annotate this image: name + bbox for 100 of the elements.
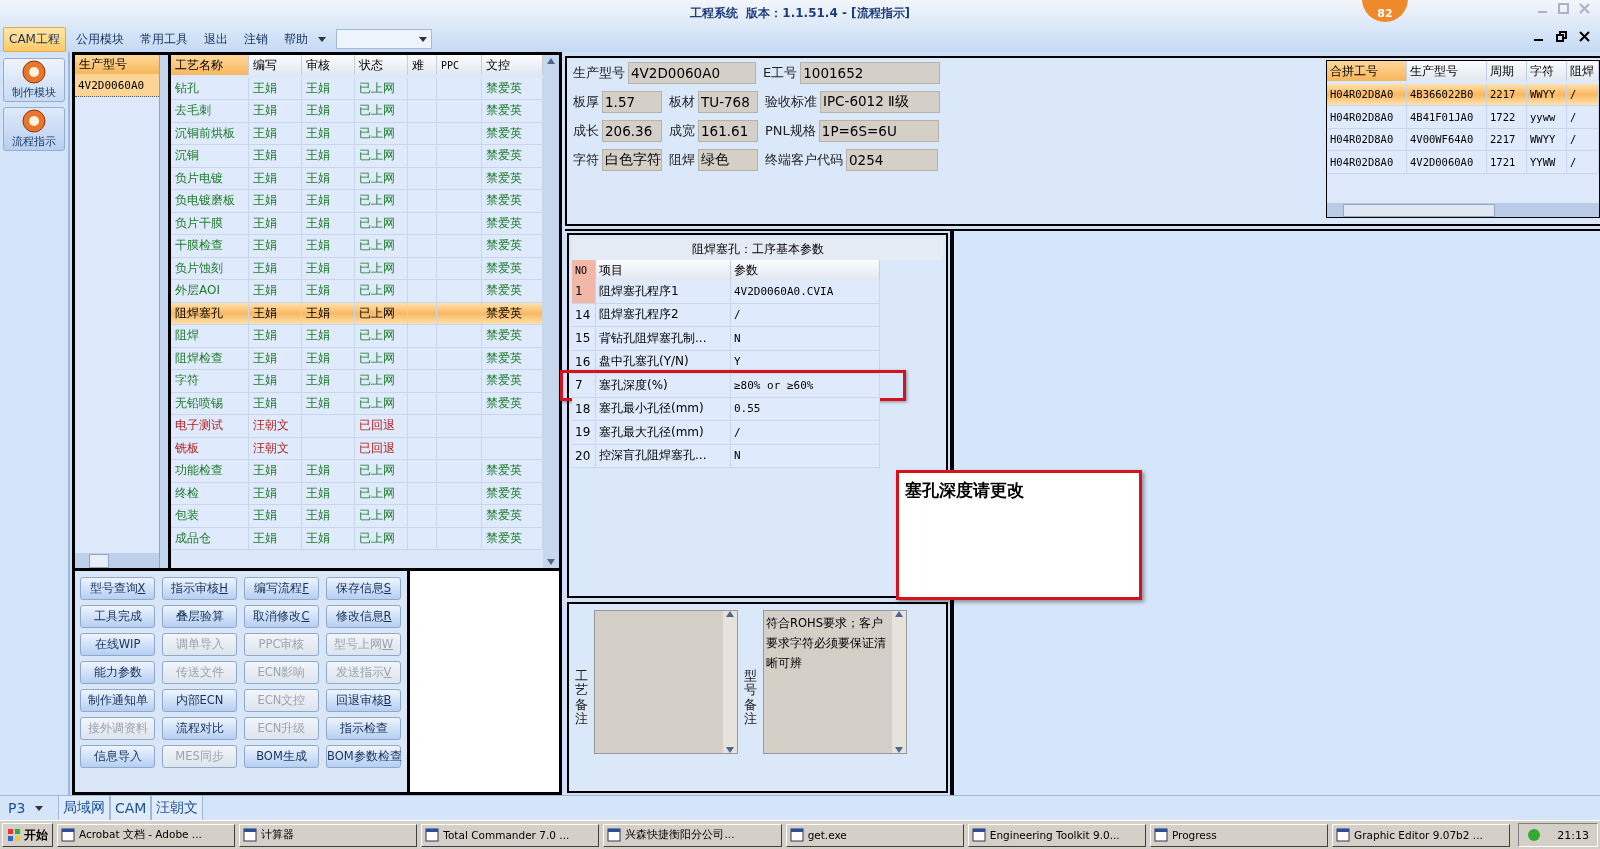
input-field[interactable]: 白色字符: [602, 149, 662, 171]
action-button[interactable]: 叠层验算: [162, 605, 237, 628]
list-item[interactable]: 4V2D0060A0: [75, 74, 159, 97]
table-cell: 王娟: [249, 325, 302, 348]
menu-item[interactable]: 帮助: [277, 26, 314, 52]
field-label: 验收标准: [765, 93, 817, 111]
table-cell: 王娟: [249, 100, 302, 123]
action-button[interactable]: 指示检查: [326, 717, 401, 740]
input-field[interactable]: 206.36: [602, 120, 662, 142]
caret-icon[interactable]: [35, 805, 44, 811]
input-field[interactable]: 绿色: [698, 149, 758, 171]
scroll-down-icon[interactable]: [726, 747, 734, 753]
input-field[interactable]: 1.57: [602, 91, 662, 113]
taskbar-button[interactable]: Engineering Toolkit 9.0...: [967, 823, 1146, 847]
action-button[interactable]: 信息导入: [80, 745, 155, 768]
column-header: 难: [408, 55, 437, 75]
action-button[interactable]: BOM参数检查: [326, 745, 401, 768]
table-cell: 王娟: [302, 122, 355, 145]
status-tab[interactable]: 汪朝文: [151, 796, 204, 820]
table-cell: 王娟: [249, 212, 302, 235]
table-cell: /: [731, 421, 880, 445]
caret-icon[interactable]: [317, 36, 326, 42]
table-cell: 禁爱英: [482, 482, 543, 505]
table-cell: 塞孔深度(%): [596, 374, 731, 398]
status-tab[interactable]: CAM: [110, 796, 152, 820]
action-button[interactable]: 流程对比: [162, 717, 237, 740]
clock: 21:13: [1557, 828, 1589, 842]
input-field[interactable]: 0254: [846, 149, 938, 171]
action-button[interactable]: 保存信息S: [326, 577, 401, 600]
scrollbar[interactable]: [543, 55, 559, 568]
action-button[interactable]: 修改信息R: [326, 605, 401, 628]
scroll-down-icon[interactable]: [895, 747, 903, 753]
taskbar-button[interactable]: 兴森快捷衡阳分公司...: [603, 823, 782, 847]
scrollbar[interactable]: [723, 611, 737, 753]
status-dropdown[interactable]: P3: [0, 796, 58, 820]
taskbar-button[interactable]: 计算器: [239, 823, 418, 847]
table-cell: 禁爱英: [482, 370, 543, 393]
input-field[interactable]: IPC-6012 Ⅱ级: [820, 91, 940, 113]
status-tab[interactable]: 局域网: [58, 796, 110, 820]
taskbar-button[interactable]: Progress: [1149, 823, 1329, 847]
action-button[interactable]: 在线WIP: [80, 633, 155, 656]
scrollbar[interactable]: [75, 553, 159, 568]
menu-item[interactable]: 退出: [197, 26, 234, 52]
input-field[interactable]: 1P=6S=6U: [818, 120, 939, 142]
table-cell: 禁爱英: [482, 347, 543, 370]
table-cell: N: [731, 327, 880, 351]
menu-item[interactable]: 公用模块: [69, 26, 130, 52]
action-button[interactable]: 取消修改C: [244, 605, 319, 628]
flag-icon: [7, 828, 21, 842]
scroll-up-icon[interactable]: [726, 611, 734, 617]
action-button[interactable]: 型号查询X: [80, 577, 155, 600]
table-cell: [437, 325, 482, 348]
restore-icon[interactable]: [1556, 31, 1567, 42]
scroll-down-icon[interactable]: [547, 559, 555, 565]
caret-icon[interactable]: [418, 36, 427, 42]
taskbar-button[interactable]: get.exe: [785, 823, 964, 847]
scroll-up-icon[interactable]: [547, 58, 555, 64]
nav-button[interactable]: 流程指示: [3, 107, 65, 151]
table-cell: 王娟: [249, 77, 302, 100]
table-cell: 王娟: [249, 190, 302, 213]
start-button[interactable]: 开始: [2, 823, 53, 847]
table-cell: 终检: [171, 482, 249, 505]
action-button[interactable]: BOM生成: [244, 745, 319, 768]
remark-field[interactable]: [594, 610, 738, 754]
table-cell: 已回退: [355, 437, 408, 460]
scroll-up-icon[interactable]: [895, 611, 903, 617]
remark-field[interactable]: 符合ROHS要求；客户要求字符必须要保证清晰可辨: [763, 610, 907, 754]
splitter[interactable]: [160, 55, 171, 568]
action-button[interactable]: 编写流程F: [244, 577, 319, 600]
input-field[interactable]: 4V2D0060A0: [628, 62, 756, 84]
table-cell: 王娟: [249, 302, 302, 325]
taskbar-button[interactable]: Acrobat 文档 - Adobe ...: [57, 823, 236, 847]
taskbar-button[interactable]: Total Commander 7.0 ...: [421, 823, 600, 847]
table-cell: 4B366022B0: [1407, 83, 1487, 106]
menu-item[interactable]: CAM工程: [3, 26, 66, 52]
table-cell: 王娟: [302, 392, 355, 415]
menu-item[interactable]: 注销: [237, 26, 274, 52]
action-button[interactable]: 制作通知单: [80, 689, 155, 712]
action-button[interactable]: 内部ECN: [162, 689, 237, 712]
table-cell: 王娟: [302, 100, 355, 123]
input-field[interactable]: 1001652: [800, 62, 941, 84]
input-field[interactable]: 161.61: [698, 120, 758, 142]
input-field[interactable]: TU-768: [698, 91, 758, 113]
column-header: 状态: [355, 55, 408, 75]
close-icon[interactable]: [1579, 31, 1590, 42]
table-cell: 19: [572, 421, 596, 445]
scrollbar[interactable]: [892, 611, 906, 753]
table-cell: [408, 325, 437, 348]
action-button[interactable]: 能力参数: [80, 661, 155, 684]
action-button[interactable]: 工具完成: [80, 605, 155, 628]
nav-button[interactable]: 制作模块: [3, 58, 65, 102]
table-cell: 王娟: [302, 482, 355, 505]
action-button[interactable]: 指示审核H: [162, 577, 237, 600]
action-button[interactable]: 回退审核B: [326, 689, 401, 712]
table-cell: 王娟: [302, 505, 355, 528]
scrollbar[interactable]: [1327, 203, 1599, 217]
menu-item[interactable]: 常用工具: [133, 26, 194, 52]
taskbar-button[interactable]: Graphic Editor 9.07b2 ...: [1332, 823, 1511, 847]
combo-field[interactable]: [335, 29, 432, 49]
table-cell: 已上网: [355, 482, 408, 505]
